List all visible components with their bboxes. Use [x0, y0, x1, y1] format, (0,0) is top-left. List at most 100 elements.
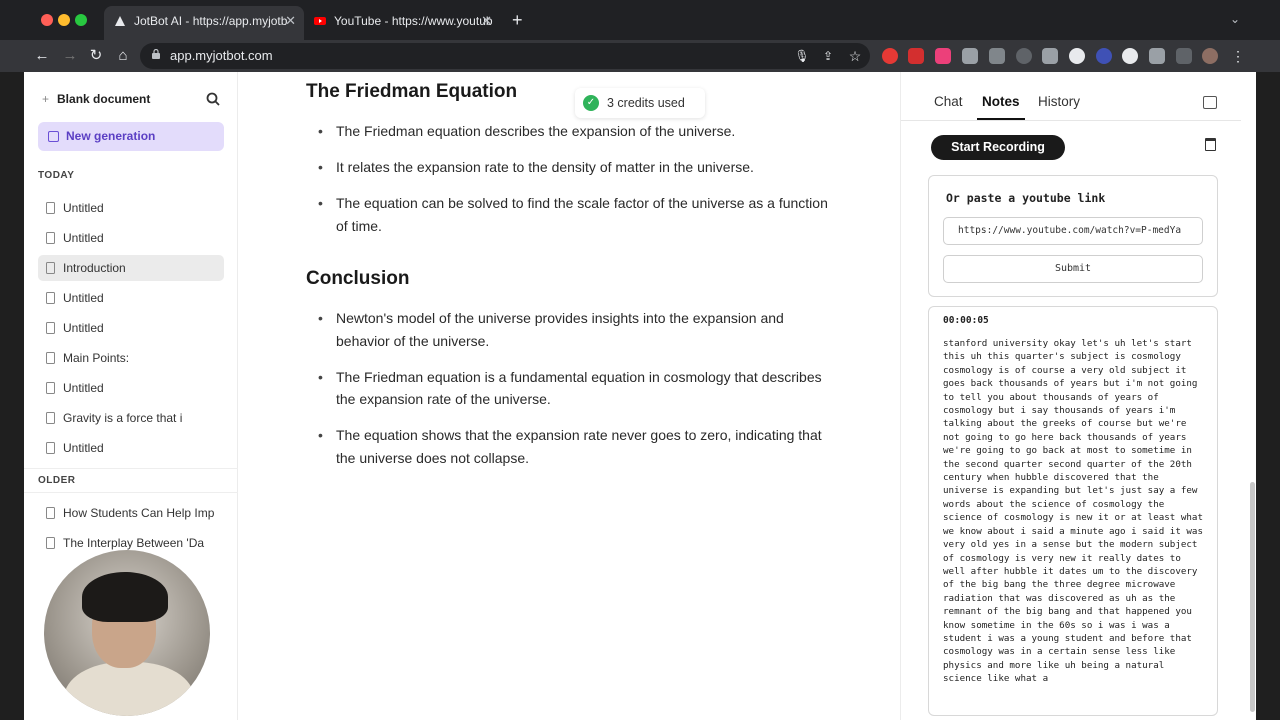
extension-sun-icon[interactable] — [1096, 48, 1112, 64]
document-editor[interactable]: The Friedman Equation The Friedman equat… — [239, 72, 899, 720]
tab-youtube[interactable]: YouTube - https://www.youtub ✕ — [304, 6, 500, 40]
webcam-body — [64, 662, 194, 716]
document-icon — [46, 202, 55, 214]
document-icon — [46, 537, 55, 549]
sidebar: + Blank document New generation TODAY Unt… — [24, 72, 238, 720]
sidebar-doc-item[interactable]: Untitled — [38, 225, 224, 251]
sidebar-divider — [24, 492, 238, 493]
section-heading: Conclusion — [306, 268, 410, 289]
sidebar-doc-item[interactable]: Untitled — [38, 285, 224, 311]
tab-label: YouTube - https://www.youtub — [334, 14, 493, 28]
youtube-url-input[interactable]: https://www.youtube.com/watch?v=P-medYa — [943, 217, 1203, 245]
maximize-window-button[interactable] — [75, 14, 87, 26]
new-generation-label: New generation — [66, 129, 156, 143]
transcript-timestamp: 00:00:05 — [943, 315, 989, 326]
doc-title: Untitled — [63, 321, 104, 335]
transcript-card: 00:00:05 stanford university okay let's … — [928, 306, 1218, 716]
bullet-item: The equation shows that the expansion ra… — [318, 424, 838, 469]
webcam-hair — [82, 572, 168, 622]
microphone-icon[interactable]: 🎙 — [792, 46, 812, 66]
url-text: app.myjotbot.com — [170, 48, 273, 63]
new-tab-button[interactable]: + — [512, 10, 523, 30]
bullet-list: Newton's model of the universe provides … — [318, 307, 838, 483]
extension-pen-icon[interactable] — [1042, 48, 1058, 64]
close-window-button[interactable] — [41, 14, 53, 26]
older-section-label: OLDER — [38, 475, 76, 486]
extension-record-icon[interactable] — [935, 48, 951, 64]
document-icon — [46, 232, 55, 244]
today-section-label: TODAY — [38, 170, 75, 181]
document-icon — [46, 352, 55, 364]
doc-title: The Interplay Between 'Da — [63, 536, 205, 550]
check-icon: ✓ — [583, 95, 599, 111]
sidebar-doc-item-selected[interactable]: Introduction — [38, 255, 224, 281]
share-icon[interactable]: ⇪ — [818, 46, 838, 66]
extension-red-icon[interactable] — [882, 48, 898, 64]
webcam-overlay — [44, 550, 210, 716]
tab-history[interactable]: History — [1038, 94, 1080, 109]
document-icon — [46, 382, 55, 394]
extension-k-icon[interactable] — [989, 48, 1005, 64]
jotbot-app: + Blank document New generation TODAY Unt… — [24, 72, 1256, 720]
extension-refresh-icon[interactable] — [1016, 48, 1032, 64]
document-icon — [46, 292, 55, 304]
browser-tab-bar: JotBot AI - https://app.myjotb ✕ YouTube… — [0, 0, 1280, 40]
doc-title: How Students Can Help Imp — [63, 506, 215, 520]
back-button[interactable]: ← — [32, 46, 52, 66]
document-icon — [46, 507, 55, 519]
extension-tp-icon[interactable] — [908, 48, 924, 64]
tab-notes[interactable]: Notes — [982, 94, 1020, 109]
sidebar-doc-item[interactable]: Gravity is a force that i — [38, 405, 224, 431]
extensions-puzzle-icon[interactable] — [1149, 48, 1165, 64]
close-tab-icon[interactable]: ✕ — [481, 6, 492, 36]
scrollbar[interactable] — [1250, 482, 1255, 712]
document-icon — [46, 262, 55, 274]
search-icon[interactable] — [206, 92, 220, 106]
section-heading: The Friedman Equation — [306, 81, 518, 102]
tab-jotbot[interactable]: JotBot AI - https://app.myjotb ✕ — [104, 6, 304, 40]
start-recording-button[interactable]: Start Recording — [931, 135, 1065, 160]
doc-title: Introduction — [63, 261, 126, 275]
sidebar-doc-item[interactable]: Untitled — [38, 375, 224, 401]
minimize-window-button[interactable] — [58, 14, 70, 26]
side-panel-icon[interactable] — [1176, 48, 1192, 64]
plus-icon: + — [42, 92, 50, 106]
calendar-icon[interactable] — [1203, 96, 1217, 109]
blank-document-button[interactable]: + Blank document — [42, 92, 150, 106]
bullet-item: The Friedman equation describes the expa… — [318, 120, 838, 143]
close-tab-icon[interactable]: ✕ — [285, 6, 296, 36]
bookmark-star-icon[interactable]: ☆ — [845, 46, 865, 66]
profile-avatar[interactable] — [1202, 48, 1218, 64]
document-icon — [46, 412, 55, 424]
credits-toast: ✓ 3 credits used — [575, 88, 705, 118]
sidebar-doc-item[interactable]: Untitled — [38, 315, 224, 341]
reload-button[interactable]: ↻ — [86, 46, 106, 66]
sidebar-doc-item[interactable]: Main Points: — [38, 345, 224, 371]
tab-label: JotBot AI - https://app.myjotb — [134, 14, 288, 28]
sidebar-doc-item[interactable]: Untitled — [38, 435, 224, 461]
new-generation-button[interactable]: New generation — [38, 122, 224, 151]
doc-title: Untitled — [63, 381, 104, 395]
right-panel: Chat Notes History Start Recording Or pa… — [900, 72, 1256, 720]
address-bar[interactable]: app.myjotbot.com — [140, 43, 870, 69]
home-button[interactable]: ⌂ — [113, 46, 133, 66]
submit-button[interactable]: Submit — [943, 255, 1203, 283]
forward-button[interactable]: → — [60, 46, 80, 66]
sidebar-doc-item[interactable]: How Students Can Help Imp — [38, 500, 224, 526]
tabs-divider — [901, 120, 1241, 121]
extension-circle-icon[interactable] — [1122, 48, 1138, 64]
sidebar-doc-item[interactable]: Untitled — [38, 195, 224, 221]
extension-face-icon[interactable] — [1069, 48, 1085, 64]
trash-icon[interactable] — [1205, 138, 1216, 151]
doc-title: Main Points: — [63, 351, 130, 365]
youtube-link-title: Or paste a youtube link — [946, 191, 1106, 205]
browser-menu-icon[interactable]: ⋮ — [1228, 46, 1248, 66]
browser-toolbar: ← → ↻ ⌂ app.myjotbot.com 🎙 ⇪ ☆ ⋮ — [0, 40, 1280, 72]
doc-title: Untitled — [63, 441, 104, 455]
extension-shield-icon[interactable] — [962, 48, 978, 64]
tab-chat[interactable]: Chat — [934, 94, 963, 109]
tab-search-chevron-icon[interactable]: ⌄ — [1230, 12, 1240, 26]
bullet-item: It relates the expansion rate to the den… — [318, 156, 838, 179]
bullet-item: Newton's model of the universe provides … — [318, 307, 838, 352]
sidebar-divider — [24, 468, 238, 469]
